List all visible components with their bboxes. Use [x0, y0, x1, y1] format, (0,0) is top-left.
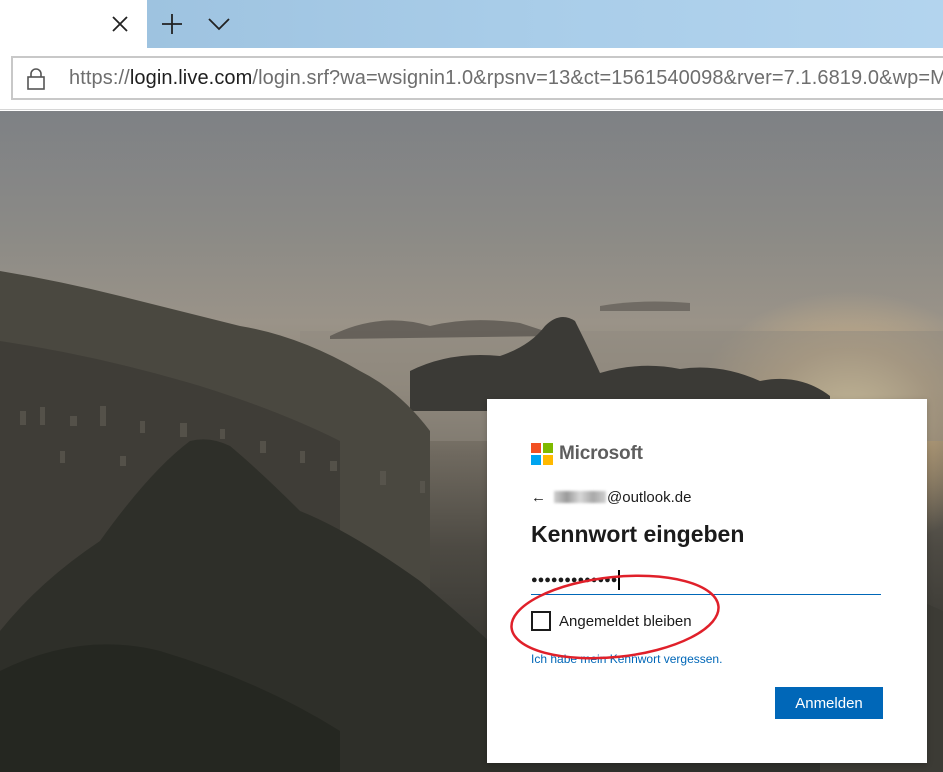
url-scheme: https://: [69, 67, 130, 89]
page-title: Kennwort eingeben: [531, 521, 745, 547]
signin-button[interactable]: Anmelden: [775, 687, 883, 719]
password-mask: ●●●●●●●●●●●●●: [531, 573, 618, 586]
url-host: login.live.com: [129, 67, 253, 89]
keep-signed-in-label: Angemeldet bleiben: [559, 612, 692, 630]
login-card: Microsoft ← @outlook.de Kennwort eingebe…: [487, 399, 927, 763]
account-email: @outlook.de: [607, 488, 692, 506]
brand-name: Microsoft: [559, 443, 643, 464]
tab-strip-background: [147, 0, 943, 48]
tab-strip: [0, 0, 943, 48]
address-bar: https://login.live.com/login.srf?wa=wsig…: [0, 48, 943, 110]
forgot-password-link[interactable]: Ich habe mein Kennwort vergessen.: [531, 652, 722, 666]
tab-list-button[interactable]: [203, 8, 235, 40]
logo-square-blue: [531, 455, 541, 465]
microsoft-logo-icon: [531, 443, 553, 465]
plus-icon: [162, 14, 182, 34]
close-tab-button[interactable]: [104, 8, 136, 40]
url-text: https://login.live.com/login.srf?wa=wsig…: [69, 67, 943, 90]
new-tab-button[interactable]: [156, 8, 188, 40]
back-to-account-button[interactable]: ← @outlook.de: [531, 487, 691, 507]
logo-square-yellow: [543, 455, 553, 465]
text-caret: [618, 569, 620, 590]
arrow-left-icon: ←: [531, 488, 546, 506]
chevron-down-icon: [208, 18, 230, 31]
password-field[interactable]: ●●●●●●●●●●●●●: [531, 565, 881, 595]
url-path: /login.srf?wa=wsignin1.0&rpsnv=13&ct=156…: [252, 67, 943, 89]
url-field[interactable]: https://login.live.com/login.srf?wa=wsig…: [11, 56, 943, 100]
close-icon: [112, 16, 128, 32]
logo-square-green: [543, 443, 553, 453]
keep-signed-in-option[interactable]: Angemeldet bleiben: [531, 611, 692, 631]
redacted-username: [554, 491, 606, 503]
lock-icon: [27, 68, 45, 90]
keep-signed-in-checkbox[interactable]: [531, 611, 551, 631]
logo-square-red: [531, 443, 541, 453]
